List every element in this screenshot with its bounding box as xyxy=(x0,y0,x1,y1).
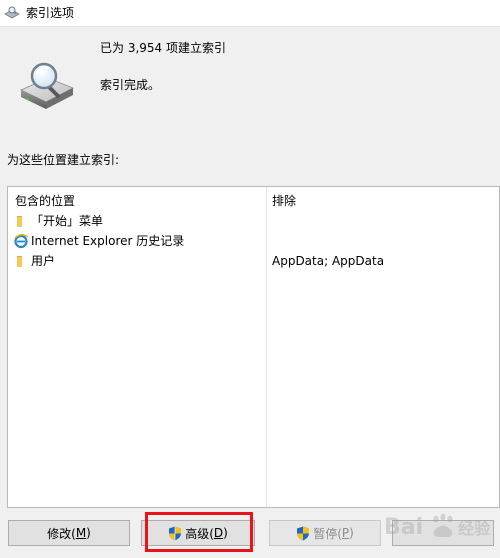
uac-shield-icon xyxy=(169,526,182,540)
svg-text:经验: 经验 xyxy=(458,519,491,538)
modify-button-label: 修改( xyxy=(47,526,76,541)
window-title: 索引选项 xyxy=(26,6,75,20)
list-item[interactable]: Internet Explorer 历史记录 xyxy=(8,231,499,251)
folder-icon xyxy=(17,216,22,227)
pause-accelerator: P xyxy=(341,526,350,540)
list-item[interactable]: 用户 AppData; AppData xyxy=(8,251,499,271)
advanced-button[interactable]: 高级(D) xyxy=(141,520,255,546)
list-item[interactable]: 「开始」菜单 xyxy=(8,211,499,231)
column-header-included[interactable]: 包含的位置 xyxy=(15,193,75,209)
folder-icon xyxy=(17,256,22,267)
modify-accelerator: M xyxy=(75,526,87,540)
indexed-count-text: 已为 3,954 项建立索引 xyxy=(100,41,226,55)
advanced-accelerator: D xyxy=(213,526,224,540)
excluded-value: AppData; AppData xyxy=(272,254,385,268)
svg-text:Bai: Bai xyxy=(384,515,423,540)
location-label: Internet Explorer 历史记录 xyxy=(31,234,185,248)
pause-button[interactable]: 暂停(P) xyxy=(269,520,381,546)
indexed-locations-list[interactable]: 包含的位置 排除 「开始」菜单 Internet Explorer 历史记录 用… xyxy=(7,186,500,508)
indexing-options-icon xyxy=(4,6,20,19)
internet-explorer-icon xyxy=(14,234,29,249)
modify-button[interactable]: 修改(M) xyxy=(8,520,130,546)
advanced-button-label: 高级( xyxy=(185,526,214,541)
indexing-status-text: 索引完成。 xyxy=(100,78,161,92)
locations-heading: 为这些位置建立索引: xyxy=(7,153,120,167)
pause-button-label: 暂停( xyxy=(313,526,342,541)
column-header-excluded[interactable]: 排除 xyxy=(272,193,296,209)
location-label: 用户 xyxy=(31,254,56,268)
watermark-logo: Bai 经验 xyxy=(384,513,491,540)
pause-button-end: ) xyxy=(349,526,354,540)
modify-button-end: ) xyxy=(86,526,91,540)
hard-drive-magnifier-icon xyxy=(20,62,74,109)
troubleshoot-link[interactable] xyxy=(6,552,96,558)
uac-shield-icon xyxy=(297,526,310,540)
location-label: 「开始」菜单 xyxy=(31,214,104,228)
title-bar: 索引选项 xyxy=(0,0,500,27)
advanced-button-end: ) xyxy=(223,526,228,540)
